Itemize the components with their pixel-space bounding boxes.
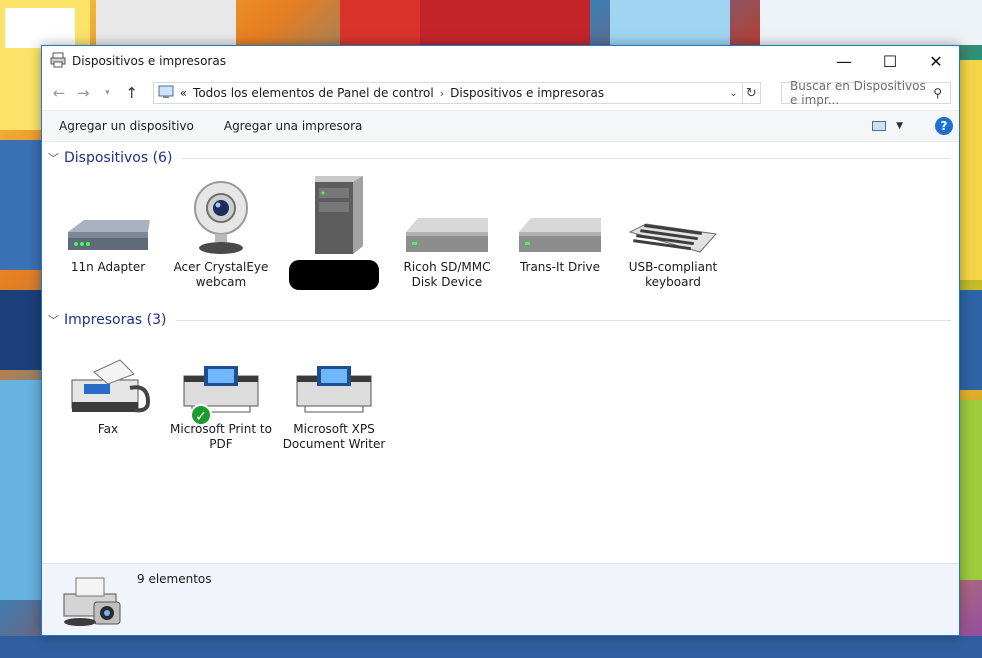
close-button[interactable]: ✕ <box>913 46 959 76</box>
network-adapter-icon <box>55 166 161 256</box>
search-input[interactable]: Buscar en Dispositivos e impr... <box>790 79 933 107</box>
devices-and-printers-icon <box>58 572 122 633</box>
device-item[interactable]: 11n Adapter <box>55 166 161 275</box>
breadcrumb-separator-icon[interactable]: › <box>440 87 444 100</box>
window-title: Dispositivos e impresoras <box>72 54 226 68</box>
forward-arrow-icon[interactable]: → <box>74 84 92 102</box>
help-button[interactable]: ? <box>935 117 953 135</box>
device-item[interactable]: USB-compliant keyboard <box>620 166 726 290</box>
fax-icon <box>55 328 161 418</box>
group-divider <box>182 157 951 159</box>
group-header-printers[interactable]: ﹀ Impresoras (3) <box>48 312 951 328</box>
device-item[interactable] <box>281 166 387 294</box>
search-icon[interactable]: ⚲ <box>933 86 942 100</box>
printer-icon <box>281 328 387 418</box>
disk-drive-icon <box>394 166 500 256</box>
details-pane: 9 elementos <box>42 563 959 635</box>
view-options-dropdown-icon[interactable]: ▼ <box>896 121 903 131</box>
group-divider <box>176 319 951 321</box>
webcam-icon <box>168 166 274 256</box>
breadcrumb-control-panel[interactable]: Todos los elementos de Panel de control <box>193 86 434 100</box>
device-label: Acer CrystalEye webcam <box>173 260 269 289</box>
minimize-button[interactable]: — <box>821 46 867 76</box>
device-label: Ricoh SD/MMC Disk Device <box>403 260 491 289</box>
window-printer-icon <box>50 52 66 71</box>
device-item[interactable]: Trans-It Drive <box>507 166 613 275</box>
items-view: ﹀ Dispositivos (6) 11n Adapter Acer Crys… <box>42 142 959 562</box>
redacted-device-label <box>281 260 387 294</box>
change-view-icon[interactable] <box>872 121 887 131</box>
control-panel-icon <box>158 85 174 102</box>
collapse-chevron-icon[interactable]: ﹀ <box>48 150 59 166</box>
printer-label: Microsoft XPS Document Writer <box>282 422 386 451</box>
breadcrumb-devices-printers[interactable]: Dispositivos e impresoras <box>450 86 604 100</box>
refresh-button[interactable]: ↻ <box>742 82 762 104</box>
address-field[interactable]: « Todos los elementos de Panel de contro… <box>152 82 743 104</box>
add-device-button[interactable]: Agregar un dispositivo <box>59 119 194 133</box>
collapse-chevron-icon[interactable]: ﹀ <box>48 312 59 328</box>
address-dropdown-icon[interactable]: ⌄ <box>729 88 737 99</box>
group-label-printers: Impresoras (3) <box>64 312 167 328</box>
printer-icon: ✓ <box>168 328 274 426</box>
command-bar: Agregar un dispositivo Agregar una impre… <box>42 110 959 142</box>
maximize-button[interactable]: ☐ <box>867 46 913 76</box>
item-count: 9 elementos <box>137 572 212 586</box>
group-header-devices[interactable]: ﹀ Dispositivos (6) <box>48 150 951 166</box>
computer-tower-icon <box>281 166 387 256</box>
recent-locations-chevron-icon[interactable]: ▾ <box>98 88 116 98</box>
device-label: USB-compliant keyboard <box>628 260 718 289</box>
back-arrow-icon[interactable]: ← <box>50 84 68 102</box>
device-item[interactable]: Ricoh SD/MMC Disk Device <box>394 166 500 290</box>
address-bar: ← → ▾ ↑ « Todos los elementos de Panel d… <box>42 76 959 110</box>
keyboard-icon <box>620 166 726 256</box>
printer-label: Microsoft Print to PDF <box>170 422 272 451</box>
group-label-devices: Dispositivos (6) <box>64 150 173 166</box>
title-bar: Dispositivos e impresoras — ☐ ✕ <box>42 46 959 76</box>
devices-printers-window: Dispositivos e impresoras — ☐ ✕ ← → ▾ ↑ … <box>41 45 960 636</box>
printer-item[interactable]: Microsoft XPS Document Writer <box>281 328 387 452</box>
breadcrumb-prefix[interactable]: « <box>180 86 187 100</box>
device-label: Trans-It Drive <box>519 260 601 274</box>
printer-item[interactable]: Fax <box>55 328 161 437</box>
disk-drive-icon <box>507 166 613 256</box>
add-printer-button[interactable]: Agregar una impresora <box>224 119 363 133</box>
device-item[interactable]: Acer CrystalEye webcam <box>168 166 274 290</box>
device-label: 11n Adapter <box>70 260 146 274</box>
default-printer-check-icon: ✓ <box>190 404 212 426</box>
search-box[interactable]: Buscar en Dispositivos e impr... ⚲ <box>781 79 951 107</box>
printer-label: Fax <box>97 422 119 436</box>
printer-item[interactable]: ✓ Microsoft Print to PDF <box>168 328 274 452</box>
redaction-mark <box>289 260 379 290</box>
up-arrow-icon[interactable]: ↑ <box>123 84 141 102</box>
